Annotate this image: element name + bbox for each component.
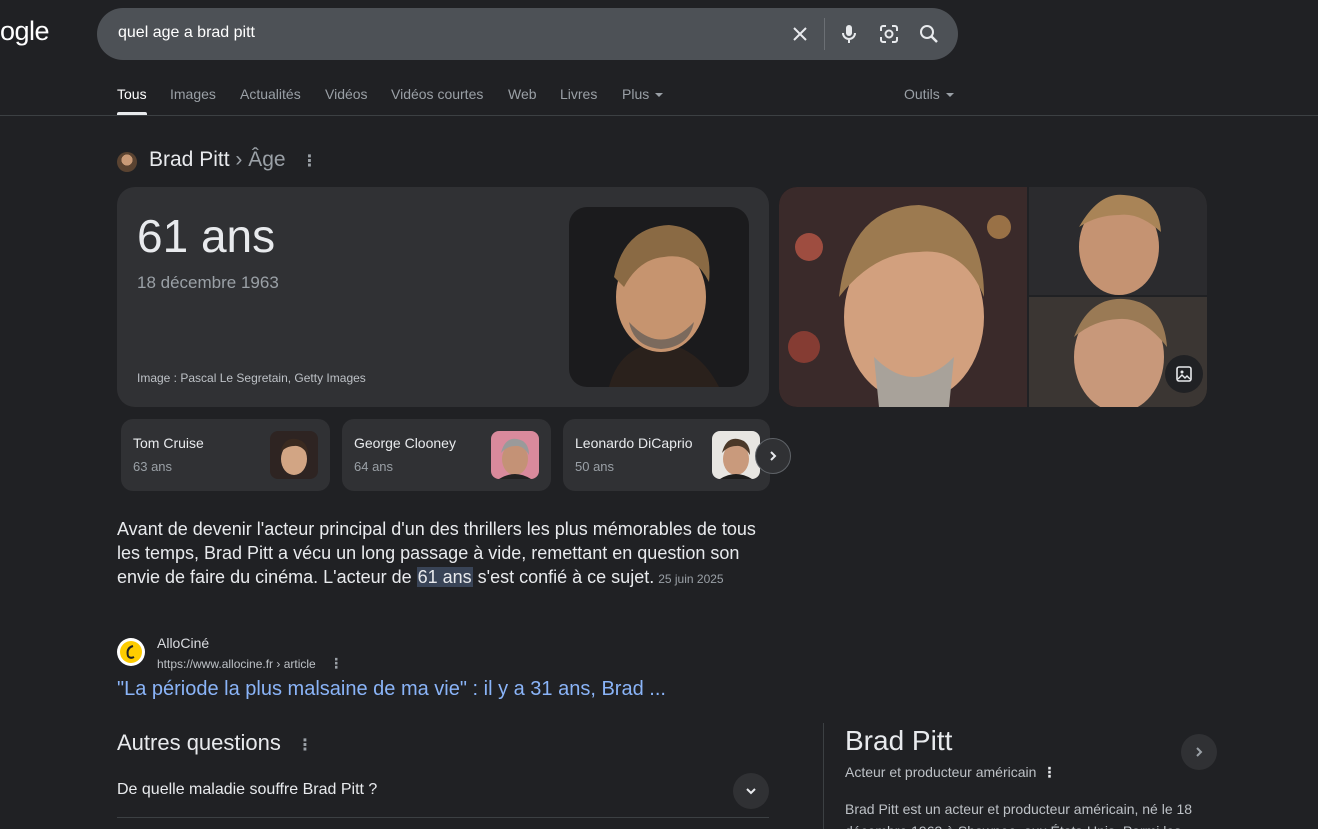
knowledge-panel-description: Brad Pitt est un acteur et producteur am… [845, 801, 1193, 829]
entity-name[interactable]: Brad Pitt [149, 148, 230, 171]
view-images-button[interactable] [1165, 355, 1203, 393]
related-person-name: Tom Cruise [133, 435, 204, 451]
related-person-card[interactable]: Leonardo DiCaprio 50 ans [563, 419, 770, 491]
snippet-highlight: 61 ans [416, 567, 473, 587]
tab-books[interactable]: Livres [560, 86, 597, 102]
knowledge-panel-border [823, 723, 824, 829]
other-questions-heading: Autres questions ⋮ [117, 730, 313, 756]
microphone-icon[interactable] [837, 22, 861, 46]
knowledge-panel-subtitle-text: Acteur et producteur américain [845, 764, 1037, 780]
age-value: 61 ans [137, 210, 276, 262]
entity-avatar [117, 152, 137, 172]
source-url[interactable]: https://www.allocine.fr › article ⋮ [157, 655, 343, 672]
tools-button[interactable]: Outils [904, 86, 954, 102]
other-questions-title: Autres questions [117, 730, 281, 755]
image-icon [1176, 366, 1192, 382]
image-collage[interactable] [779, 187, 1207, 407]
chevron-right-icon [1196, 747, 1203, 757]
age-answer-card: 61 ans 18 décembre 1963 Image : Pascal L… [117, 187, 769, 407]
related-person-age: 64 ans [354, 459, 394, 474]
question-expand-button[interactable] [733, 773, 769, 809]
tab-videos[interactable]: Vidéos [325, 86, 368, 102]
source-more-icon[interactable]: ⋮ [329, 655, 343, 671]
tab-images[interactable]: Images [170, 86, 216, 102]
source-name[interactable]: AlloCiné [157, 635, 209, 651]
tools-label: Outils [904, 86, 940, 102]
related-person-age: 63 ans [133, 459, 173, 474]
portrait-image[interactable] [569, 207, 749, 387]
more-options-icon[interactable]: ⋮ [297, 737, 313, 754]
chevron-right-icon [770, 451, 777, 461]
related-person-thumbnail [491, 431, 539, 479]
related-person-age: 50 ans [575, 459, 615, 474]
related-person-thumbnail [270, 431, 318, 479]
knowledge-panel-title[interactable]: Brad Pitt [845, 725, 952, 757]
close-icon[interactable] [788, 22, 812, 46]
question-divider [117, 817, 769, 818]
more-options-icon[interactable]: ⋮ [1042, 764, 1056, 780]
related-person-card[interactable]: Tom Cruise 63 ans [121, 419, 330, 491]
search-tabs: Tous Images Actualités Vidéos Vidéos cou… [117, 86, 967, 116]
related-next-button[interactable] [755, 438, 791, 474]
snippet-date: 25 juin 2025 [658, 572, 724, 586]
caret-down-icon [655, 93, 664, 98]
knowledge-panel-next-button[interactable] [1181, 734, 1217, 770]
search-icon[interactable] [917, 22, 941, 46]
source-article-link[interactable]: "La période la plus malsaine de ma vie" … [117, 678, 666, 701]
caret-down-icon [945, 93, 954, 98]
more-options-icon[interactable]: ⋮ [301, 153, 317, 170]
question-item[interactable]: De quelle maladie souffre Brad Pitt ? [117, 781, 377, 799]
related-person-name: George Clooney [354, 435, 456, 451]
breadcrumb-separator: › [235, 148, 243, 171]
related-person-thumbnail [712, 431, 760, 479]
entity-heading[interactable]: Brad Pitt › Âge ⋮ [149, 148, 317, 172]
source-url-text: https://www.allocine.fr › article [157, 657, 316, 671]
featured-snippet: Avant de devenir l'acteur principal d'un… [117, 517, 777, 591]
lens-icon[interactable] [877, 22, 901, 46]
google-logo[interactable]: ogle [0, 16, 50, 47]
tabs-divider [0, 115, 1318, 116]
search-divider [824, 18, 825, 50]
tab-all[interactable]: Tous [117, 86, 147, 102]
tab-web[interactable]: Web [508, 86, 537, 102]
chevron-down-icon [746, 788, 756, 795]
tab-more[interactable]: Plus [622, 86, 664, 102]
tab-news[interactable]: Actualités [240, 86, 301, 102]
search-bar[interactable]: quel age a brad pitt [97, 8, 958, 60]
related-person-card[interactable]: George Clooney 64 ans [342, 419, 551, 491]
image-credit: Image : Pascal Le Segretain, Getty Image… [137, 371, 366, 385]
knowledge-panel-subtitle: Acteur et producteur américain ⋮ [845, 764, 1056, 781]
allocine-logo[interactable] [117, 638, 145, 666]
snippet-text-end: s'est confié à ce sujet. [472, 567, 655, 587]
related-person-name: Leonardo DiCaprio [575, 435, 693, 451]
entity-attribute: Âge [248, 148, 286, 171]
search-input[interactable]: quel age a brad pitt [118, 24, 255, 42]
birth-date: 18 décembre 1963 [137, 273, 279, 292]
tab-short-videos[interactable]: Vidéos courtes [391, 86, 483, 102]
tab-more-label: Plus [622, 86, 650, 102]
